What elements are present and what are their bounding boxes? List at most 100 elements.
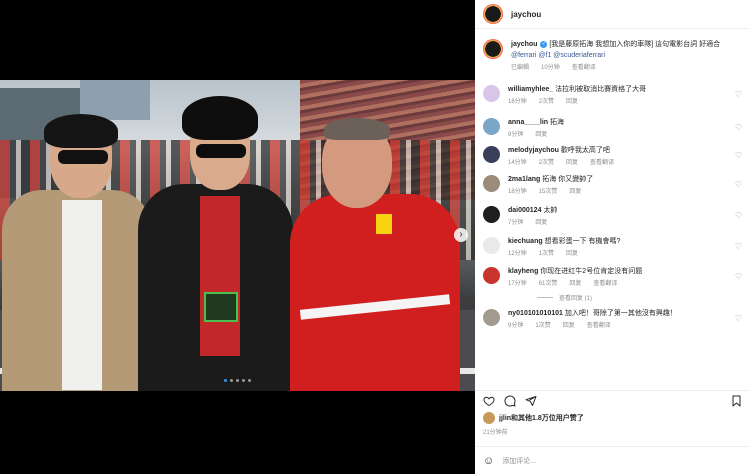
send-icon[interactable] xyxy=(525,395,537,407)
reply-button[interactable]: 回复 xyxy=(535,130,547,140)
post-author[interactable]: jaychou xyxy=(511,10,541,19)
avatar[interactable] xyxy=(483,175,500,192)
heart-icon[interactable] xyxy=(483,395,495,407)
comment-text: 想看彩蛋一下 有機會嗎? xyxy=(544,238,621,245)
avatar[interactable] xyxy=(483,267,500,284)
comment-author[interactable]: ny010101010101 xyxy=(508,310,563,317)
reply-button[interactable]: 回复 xyxy=(566,97,578,107)
post-actions: jjlin和其他1.8万位用户赞了 21分钟前 xyxy=(475,390,750,436)
reply-button[interactable]: 回复 xyxy=(563,321,575,331)
reply-button[interactable]: 回复 xyxy=(566,158,578,168)
post-side-panel: jaychou jaychou ✓ [我是藤原拓海 我想加入你的車隊] 這句電影… xyxy=(475,0,750,474)
comment-item: kiechuang 想看彩蛋一下 有機會嗎? 12分钟 1次赞 回复 ♡ xyxy=(475,237,750,259)
caption-time: 10分钟 xyxy=(541,65,560,71)
avatar[interactable] xyxy=(483,146,500,163)
person-right xyxy=(290,118,460,391)
comment-time: 7分钟 xyxy=(508,220,524,226)
comment-likes[interactable]: 15次赞 xyxy=(539,187,558,197)
avatar[interactable] xyxy=(483,118,500,135)
comment-author[interactable]: klayheng xyxy=(508,268,538,275)
avatar xyxy=(483,412,495,424)
avatar[interactable] xyxy=(483,39,503,59)
translate-link[interactable]: 查看翻译 xyxy=(572,63,596,74)
person-left xyxy=(2,114,152,391)
comment-text: 你现在进红牛2号位肯定没有问题 xyxy=(540,268,643,275)
heart-icon[interactable]: ♡ xyxy=(735,272,742,281)
comment-likes[interactable]: 1次赞 xyxy=(535,321,550,331)
bookmark-icon[interactable] xyxy=(731,395,742,407)
comment-time: 12分钟 xyxy=(508,251,527,257)
comment-likes[interactable]: 1次赞 xyxy=(539,249,554,259)
comment-time: 16分钟 xyxy=(508,99,527,105)
comment-time: 9分钟 xyxy=(508,323,524,329)
reply-button[interactable]: 回复 xyxy=(569,187,581,197)
carousel-dot xyxy=(236,379,239,382)
smiley-icon[interactable]: ☺ xyxy=(483,455,494,467)
carousel-dot xyxy=(242,379,245,382)
heart-icon[interactable]: ♡ xyxy=(735,242,742,251)
avatar[interactable] xyxy=(483,237,500,254)
comment-item: klayheng 你现在进红牛2号位肯定没有问题 17分钟 61次赞 回复 查看翻译 ♡ xyxy=(475,267,750,289)
heart-icon[interactable]: ♡ xyxy=(735,314,742,323)
avatar[interactable] xyxy=(483,4,503,24)
post-media: › xyxy=(0,0,475,474)
comment-likes[interactable]: 2次赞 xyxy=(539,158,554,168)
comment-time: 17分钟 xyxy=(508,281,527,287)
add-comment-bar: ☺ 添加评论... xyxy=(475,446,750,474)
comment-author[interactable]: anna____lin xyxy=(508,119,548,126)
comment-author[interactable]: 2ma1lang xyxy=(508,176,540,183)
heart-icon[interactable]: ♡ xyxy=(735,90,742,99)
comments-list: jaychou ✓ [我是藤原拓海 我想加入你的車隊] 這句電影台詞 好適合 @… xyxy=(475,31,750,389)
comment-text: 加入吧！哥除了第一其他沒有興趣！ xyxy=(564,310,677,317)
heart-icon[interactable]: ♡ xyxy=(735,151,742,160)
chevron-right-icon[interactable]: › xyxy=(454,228,468,242)
comment-icon[interactable] xyxy=(504,395,516,407)
comment-item: williamyhlee_ 法拉利被取消比賽資格了大哥 16分钟 2次赞 回复 ♡ xyxy=(475,85,750,107)
likes-summary[interactable]: jjlin和其他1.8万位用户赞了 xyxy=(475,411,750,424)
carousel-indicator xyxy=(224,379,251,382)
comment-item: ny010101010101 加入吧！哥除了第一其他沒有興趣！ 9分钟 1次赞 回复 查… xyxy=(475,309,750,331)
comment-author[interactable]: dai000124 xyxy=(508,207,541,214)
heart-icon[interactable]: ♡ xyxy=(735,123,742,132)
translate-link[interactable]: 查看翻译 xyxy=(593,279,617,289)
reply-button[interactable]: 回复 xyxy=(535,218,547,228)
caption-mentions[interactable]: @ferrari @f1 @scuderiaferrari xyxy=(511,52,605,59)
post-photo[interactable] xyxy=(0,80,475,391)
avatar[interactable] xyxy=(483,309,500,326)
verified-badge-icon: ✓ xyxy=(540,41,548,48)
avatar[interactable] xyxy=(483,206,500,223)
comment-author[interactable]: williamyhlee_ xyxy=(508,86,553,93)
comment-item: 2ma1lang 拓海 你又變帥了 18分钟 15次赞 回复 ♡ xyxy=(475,175,750,197)
carousel-dot xyxy=(248,379,251,382)
comment-text: 拓海 xyxy=(550,119,565,126)
comment-item: anna____lin 拓海 9分钟 回复 ♡ xyxy=(475,118,750,140)
comment-author[interactable]: melodyjaychou xyxy=(508,147,559,154)
comment-text: 法拉利被取消比賽資格了大哥 xyxy=(555,86,647,93)
translate-link[interactable]: 查看翻译 xyxy=(587,321,611,331)
carousel-dot xyxy=(224,379,227,382)
comment-input[interactable]: 添加评论... xyxy=(502,456,536,466)
ferrari-logo xyxy=(376,214,392,234)
comment-text: 歡呼我太高了吧 xyxy=(560,147,610,154)
avatar[interactable] xyxy=(483,85,500,102)
caption-text: [我是藤原拓海 我想加入你的車隊] 這句電影台詞 好適合 xyxy=(549,41,721,48)
view-replies[interactable]: 查看回复 (1) xyxy=(537,293,750,302)
post-timestamp: 21分钟前 xyxy=(483,430,508,436)
carousel-dot xyxy=(230,379,233,382)
comment-likes[interactable]: 61次赞 xyxy=(539,279,558,289)
likes-text: jjlin和其他1.8万位用户赞了 xyxy=(499,415,584,422)
person-middle xyxy=(138,92,293,391)
comment-author[interactable]: kiechuang xyxy=(508,238,543,245)
comment-text: 太帥 xyxy=(543,207,558,214)
heart-icon[interactable]: ♡ xyxy=(735,180,742,189)
caption-author[interactable]: jaychou xyxy=(511,41,537,48)
reply-button[interactable]: 回复 xyxy=(566,249,578,259)
comment-time: 14分钟 xyxy=(508,160,527,166)
translate-link[interactable]: 查看翻译 xyxy=(590,158,614,168)
heart-icon[interactable]: ♡ xyxy=(735,211,742,220)
comment-likes[interactable]: 2次赞 xyxy=(539,97,554,107)
reply-button[interactable]: 回复 xyxy=(569,279,581,289)
edited-label: 已編輯 xyxy=(511,65,530,71)
post-header: jaychou xyxy=(475,0,750,29)
caption: jaychou ✓ [我是藤原拓海 我想加入你的車隊] 這句電影台詞 好適合 @… xyxy=(475,31,750,74)
